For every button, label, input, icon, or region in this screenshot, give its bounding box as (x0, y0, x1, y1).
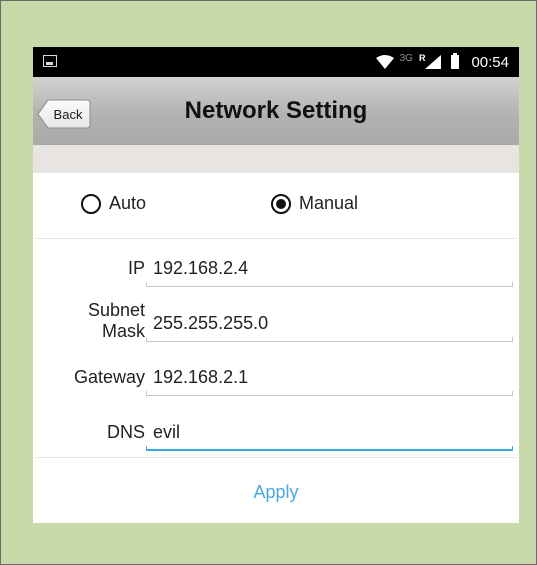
ip-label: IP (127, 258, 145, 278)
phone-screen: 3G R 00:54 Network Setting Back Auto Man… (33, 47, 519, 523)
subnet-mask-label: Subnet Mask (40, 300, 145, 342)
page-title: Network Setting (184, 97, 368, 124)
divider (36, 457, 516, 458)
dns-input[interactable]: evil (153, 422, 180, 443)
manual-radio[interactable]: Manual (271, 193, 358, 214)
subnet-mask-input[interactable]: 255.255.255.0 (153, 313, 268, 334)
status-bar: 3G R 00:54 (33, 47, 519, 77)
clock: 00:54 (471, 53, 509, 71)
divider (36, 238, 516, 239)
back-label: Back (53, 106, 83, 122)
header-subbar (33, 145, 519, 173)
apply-button[interactable]: Apply (33, 467, 519, 517)
subnet-mask-input-underline (146, 337, 513, 342)
status-icons: 3G R 00:54 (375, 47, 509, 77)
wifi-icon (375, 55, 394, 69)
gateway-label: Gateway (73, 367, 145, 387)
manual-radio-label: Manual (299, 193, 359, 213)
app-header: Network Setting Back (33, 77, 519, 145)
auto-radio-circle[interactable] (81, 193, 101, 214)
gateway-input[interactable]: 192.168.2.1 (153, 367, 248, 388)
gateway-input-underline (146, 391, 513, 396)
back-button[interactable]: Back (37, 99, 91, 129)
auto-radio-label: Auto (109, 193, 147, 213)
auto-radio[interactable]: Auto (81, 193, 146, 214)
ip-input-underline (146, 282, 513, 287)
signal-icon (425, 55, 442, 69)
dns-input-underline (146, 446, 513, 451)
image-notification-icon (43, 55, 57, 67)
network-type-label: 3G (399, 52, 413, 64)
mode-selector: Auto Manual (33, 173, 519, 237)
manual-radio-circle[interactable] (271, 193, 291, 214)
subnet-label-line2: Mask (101, 321, 145, 341)
ip-input[interactable]: 192.168.2.4 (153, 258, 248, 279)
dns-label: DNS (106, 422, 145, 442)
battery-icon (451, 53, 460, 69)
subnet-label-line1: Subnet (87, 300, 145, 320)
